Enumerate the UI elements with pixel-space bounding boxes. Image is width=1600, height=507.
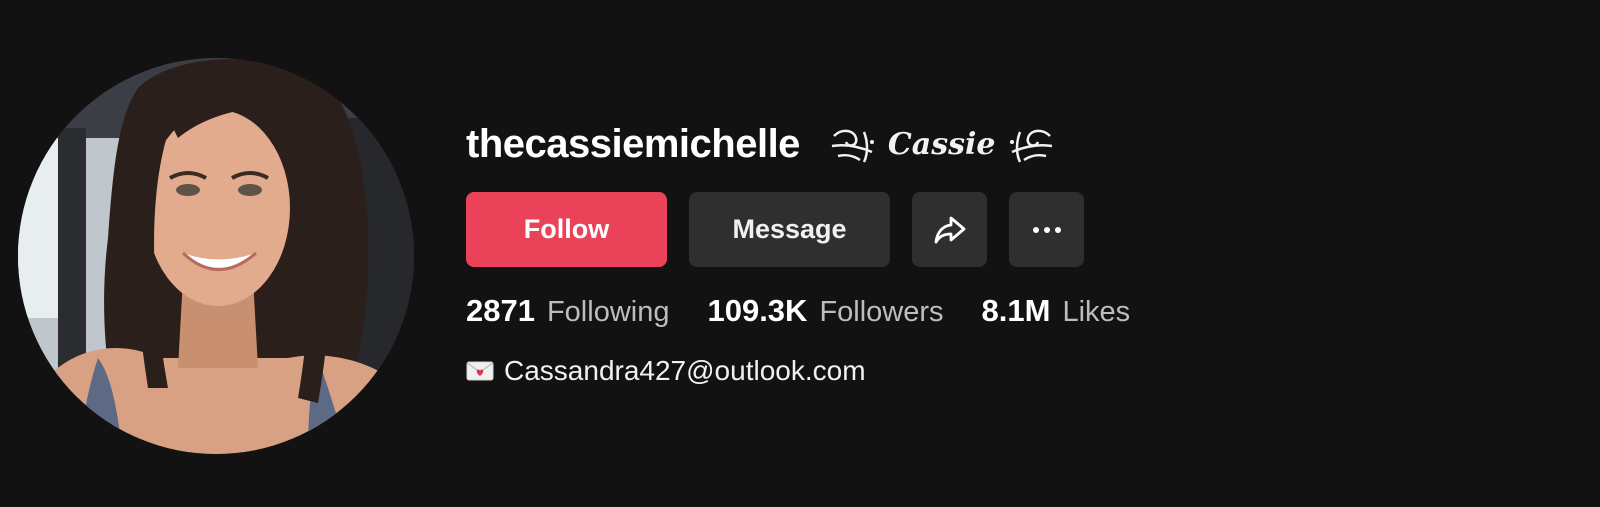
followers-count: 109.3K: [707, 293, 808, 328]
avatar-photo: [18, 58, 414, 454]
username: thecassiemichelle: [466, 121, 800, 166]
likes-count: 8.1M: [981, 293, 1051, 328]
profile-bio: Cassandra427@outlook.com: [466, 355, 1168, 387]
message-button[interactable]: Message: [689, 192, 890, 267]
likes-label: Likes: [1062, 296, 1131, 328]
stat-likes: 8.1M Likes: [982, 293, 1131, 329]
profile-info: thecassiemichelle Cassie Follow Message …: [466, 118, 1168, 387]
profile-avatar[interactable]: [18, 58, 414, 454]
follow-button[interactable]: Follow: [466, 192, 667, 267]
following-label: Following: [546, 296, 670, 328]
name-row: thecassiemichelle Cassie: [466, 118, 1168, 170]
action-buttons: Follow Message: [466, 192, 1168, 267]
nickname: Cassie: [828, 124, 1056, 164]
stat-followers[interactable]: 109.3K Followers: [707, 293, 943, 329]
stat-following[interactable]: 2871 Following: [466, 293, 669, 329]
profile-header: thecassiemichelle Cassie Follow Message …: [0, 0, 1600, 507]
bio-text: Cassandra427@outlook.com: [504, 355, 866, 386]
followers-label: Followers: [819, 296, 944, 328]
share-arrow-icon: [934, 216, 965, 243]
profile-stats: 2871 Following 109.3K Followers 8.1M Lik…: [466, 293, 1168, 329]
following-count: 2871: [466, 293, 535, 328]
more-dots-icon: [1032, 226, 1061, 233]
share-button[interactable]: [912, 192, 987, 267]
envelope-icon: [466, 361, 494, 381]
more-button[interactable]: [1009, 192, 1084, 267]
right-flourish-icon: [1006, 124, 1056, 164]
left-flourish-icon: [828, 124, 878, 164]
nickname-text: Cassie: [887, 126, 996, 162]
